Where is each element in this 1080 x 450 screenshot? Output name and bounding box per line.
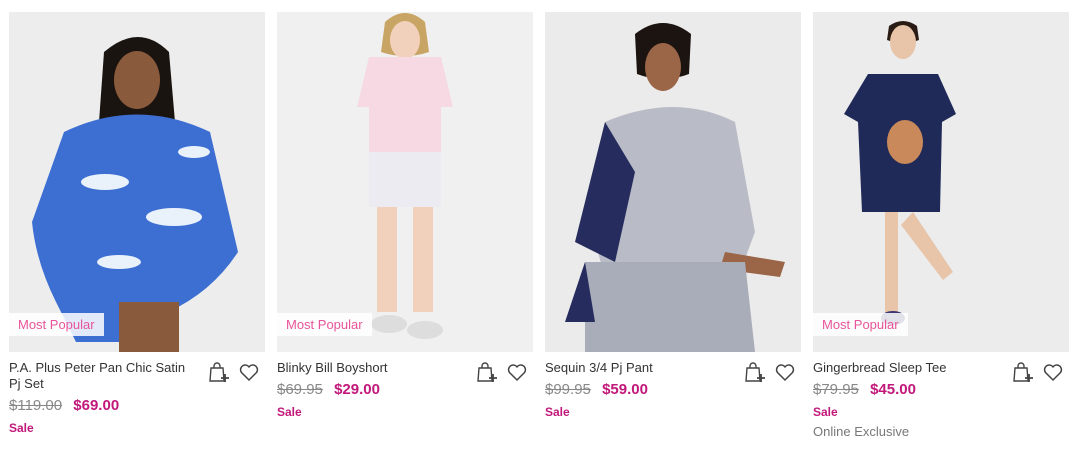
add-to-bag-icon[interactable] bbox=[475, 360, 499, 384]
sale-label: Sale bbox=[545, 405, 570, 419]
model-photo bbox=[813, 12, 1069, 352]
original-price: $119.00 bbox=[9, 397, 63, 414]
most-popular-badge: Most Popular bbox=[813, 313, 908, 336]
model-photo bbox=[545, 12, 801, 352]
product-name[interactable]: Sequin 3/4 Pj Pant bbox=[545, 360, 731, 376]
sale-price: $69.00 bbox=[73, 397, 120, 414]
sale-price: $29.00 bbox=[334, 381, 380, 398]
add-to-bag-icon[interactable] bbox=[1011, 360, 1035, 384]
wishlist-heart-icon[interactable] bbox=[773, 360, 797, 384]
most-popular-badge: Most Popular bbox=[9, 313, 104, 336]
product-name[interactable]: P.A. Plus Peter Pan Chic Satin Pj Set bbox=[9, 360, 195, 392]
wishlist-heart-icon[interactable] bbox=[1041, 360, 1065, 384]
sale-label: Sale bbox=[277, 405, 302, 419]
wishlist-heart-icon[interactable] bbox=[237, 360, 261, 384]
most-popular-badge: Most Popular bbox=[277, 313, 372, 336]
original-price: $69.95 bbox=[277, 381, 323, 398]
sale-price: $45.00 bbox=[870, 381, 916, 398]
sale-label: Sale bbox=[813, 405, 838, 419]
add-to-bag-icon[interactable] bbox=[207, 360, 231, 384]
product-image[interactable] bbox=[545, 12, 801, 352]
product-card[interactable]: Most Popular Blinky Bill Boyshort $69.95… bbox=[277, 12, 533, 419]
product-grid: Most Popular P.A. Plus Peter Pan Chic Sa… bbox=[0, 0, 1080, 450]
product-card[interactable]: Most Popular P.A. Plus Peter Pan Chic Sa… bbox=[9, 12, 265, 435]
online-exclusive-label: Online Exclusive bbox=[813, 424, 910, 439]
product-name[interactable]: Gingerbread Sleep Tee bbox=[813, 360, 999, 376]
product-card[interactable]: Sequin 3/4 Pj Pant $99.95 $59.00 Sale bbox=[545, 12, 801, 419]
wishlist-heart-icon[interactable] bbox=[505, 360, 529, 384]
model-photo bbox=[277, 12, 533, 352]
sale-label: Sale bbox=[9, 421, 34, 435]
product-image[interactable]: Most Popular bbox=[277, 12, 533, 352]
product-card[interactable]: Most Popular Gingerbread Sleep Tee $79.9… bbox=[813, 12, 1069, 439]
original-price: $79.95 bbox=[813, 381, 859, 398]
sale-price: $59.00 bbox=[602, 381, 648, 398]
add-to-bag-icon[interactable] bbox=[743, 360, 767, 384]
original-price: $99.95 bbox=[545, 381, 591, 398]
product-name[interactable]: Blinky Bill Boyshort bbox=[277, 360, 463, 376]
product-image[interactable]: Most Popular bbox=[813, 12, 1069, 352]
product-image[interactable]: Most Popular bbox=[9, 12, 265, 352]
model-photo bbox=[9, 12, 265, 352]
